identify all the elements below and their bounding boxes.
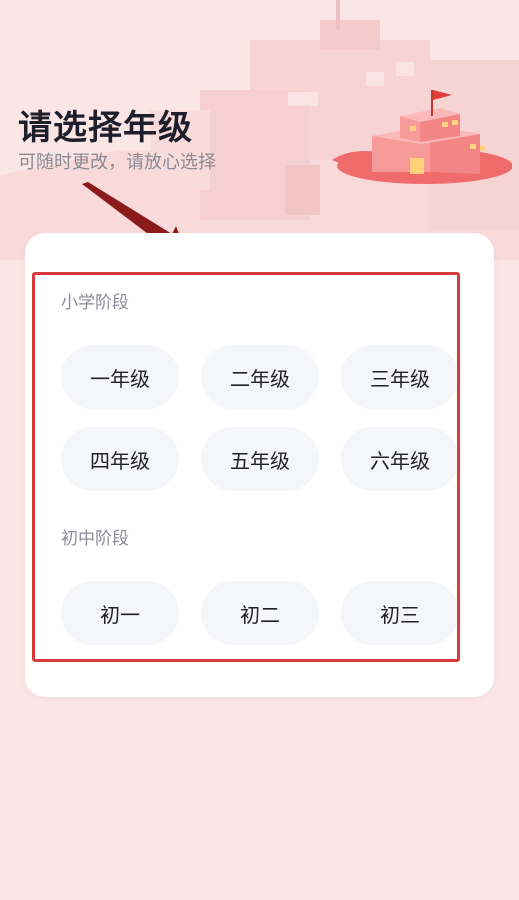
- grade-selection-highlight: 小学阶段 一年级 二年级 三年级 四年级 五年级 六年级 初中阶段 初一 初二 …: [32, 272, 460, 662]
- grade-button-4[interactable]: 四年级: [61, 427, 179, 491]
- grade-button-1[interactable]: 一年级: [61, 345, 179, 409]
- page-subtitle: 可随时更改，请放心选择: [18, 152, 216, 173]
- grade-button-6[interactable]: 六年级: [341, 427, 457, 491]
- grade-button-junior-3[interactable]: 初三: [341, 581, 457, 645]
- grade-button-5[interactable]: 五年级: [201, 427, 319, 491]
- section-label-primary: 小学阶段: [61, 293, 129, 313]
- grade-button-2[interactable]: 二年级: [201, 345, 319, 409]
- section-label-junior: 初中阶段: [61, 529, 129, 549]
- page-title: 请选择年级: [18, 108, 193, 148]
- grade-button-junior-2[interactable]: 初二: [201, 581, 319, 645]
- grade-button-3[interactable]: 三年级: [341, 345, 457, 409]
- school-building-icon: [332, 90, 512, 184]
- grade-button-junior-1[interactable]: 初一: [61, 581, 179, 645]
